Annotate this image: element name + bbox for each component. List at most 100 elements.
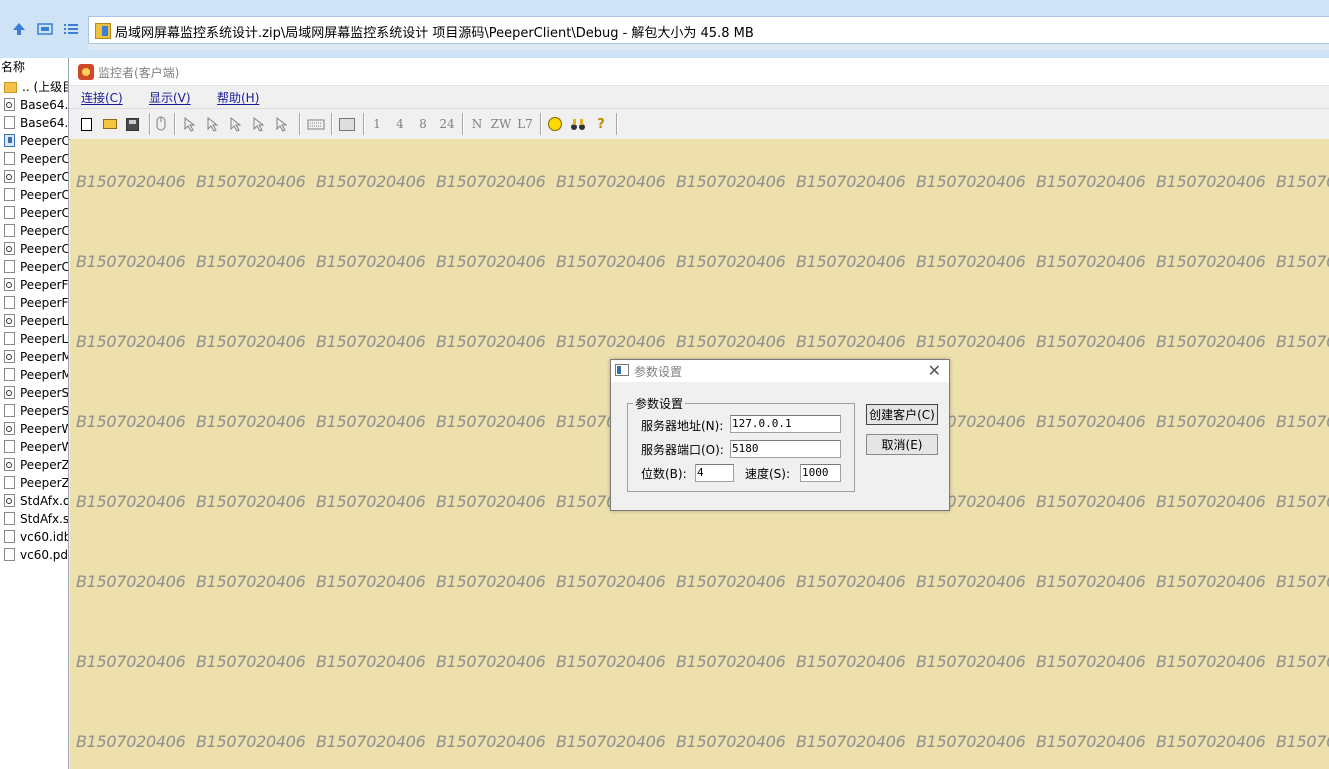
watermark-text: B1507020406 [796, 172, 906, 191]
pointer-icon-4[interactable] [250, 115, 268, 133]
list-view-icon[interactable] [62, 20, 80, 38]
file-name: .. (上级目录) [22, 80, 68, 94]
menu-view[interactable]: 显示(V) [149, 89, 191, 106]
list-item[interactable]: vc60.pdb [4, 546, 68, 564]
help-question-icon[interactable]: ? [593, 115, 609, 133]
gear-file-icon [4, 458, 15, 471]
watermark-text: B1507020406 [556, 732, 666, 751]
pointer-icon-1[interactable] [181, 115, 199, 133]
smiley-icon[interactable] [547, 115, 563, 133]
server-address-input[interactable]: 127.0.0.1 [730, 415, 841, 433]
save-icon[interactable] [124, 115, 140, 133]
list-item[interactable]: PeeperZip.sbr [4, 474, 68, 492]
list-item[interactable]: .. (上级目录) [4, 78, 68, 96]
watermark-text: B1507020406 [316, 172, 426, 191]
watermark-text: B1507020406 [916, 252, 1026, 271]
watermark-text: B1507020406 [676, 252, 786, 271]
file-name: PeeperLib.obj [20, 314, 68, 328]
up-arrow-icon[interactable] [10, 20, 28, 38]
new-file-icon[interactable] [78, 115, 94, 133]
address-bar[interactable]: 局域网屏幕监控系统设计.zip\局域网屏幕监控系统设计 项目源码\PeeperC… [88, 16, 1329, 44]
watermark-text: B1507020406 [1036, 252, 1146, 271]
list-item[interactable]: PeeperSetDlg.obj [4, 384, 68, 402]
list-item[interactable]: StdAfx.sbr [4, 510, 68, 528]
app-icon [78, 64, 94, 80]
bits-8-button[interactable]: 8 [416, 115, 430, 133]
server-port-label: 服务器端口(O): [641, 443, 724, 457]
list-item[interactable]: PeeperClientDlg.sbr [4, 258, 68, 276]
list-item[interactable]: vc60.idb [4, 528, 68, 546]
watermark-row: B1507020406 B1507020406 B1507020406 B150702… [76, 572, 1329, 591]
watermark-text: B1507020406 [916, 732, 1026, 751]
bits-24-button[interactable]: 24 [437, 115, 457, 133]
binoculars-icon[interactable] [569, 115, 587, 133]
watermark-row: B1507020406 B1507020406 B1507020406 B150702… [76, 332, 1329, 351]
watermark-text: B1507020406 [436, 172, 546, 191]
open-folder-icon[interactable] [101, 115, 119, 133]
list-item[interactable]: Base64.obj [4, 96, 68, 114]
list-item[interactable]: Base64.sbr [4, 114, 68, 132]
list-item[interactable]: PeeperFrame.obj [4, 276, 68, 294]
list-item[interactable]: PeeperWnd.obj [4, 420, 68, 438]
file-icon [4, 368, 15, 381]
list-item[interactable]: PeeperMenu.sbr [4, 366, 68, 384]
gear-file-icon [4, 422, 15, 435]
bits-1-button[interactable]: 1 [370, 115, 384, 133]
watermark-text: B1507020406 [1276, 252, 1329, 271]
list-item[interactable]: PeeperClient.pch [4, 186, 68, 204]
create-client-button[interactable]: 创建客户(C) [866, 404, 938, 425]
file-icon [4, 260, 15, 273]
list-item[interactable]: PeeperZip.obj [4, 456, 68, 474]
list-item[interactable]: PeeperClient.ilk [4, 150, 68, 168]
list-item[interactable]: PeeperClient.exe [4, 132, 68, 150]
file-name: PeeperMenu.sbr [20, 368, 68, 382]
list-item[interactable]: PeeperLib.sbr [4, 330, 68, 348]
watermark-text: B1507020406 [556, 572, 666, 591]
file-name: PeeperMenu.obj [20, 350, 68, 364]
list-item[interactable]: StdAfx.obj [4, 492, 68, 510]
file-list-header[interactable]: 名称 [0, 58, 25, 75]
cancel-button[interactable]: 取消(E) [866, 434, 938, 455]
watermark-text: B1507020406 [1276, 652, 1329, 671]
keyboard-icon[interactable] [306, 115, 326, 133]
list-item[interactable]: PeeperLib.obj [4, 312, 68, 330]
pointer-icon-2[interactable] [204, 115, 222, 133]
list-item[interactable]: PeeperClientDlg.obj [4, 240, 68, 258]
zip-archive-icon [95, 23, 111, 39]
watermark-text: B1507020406 [196, 732, 306, 751]
list-item[interactable]: PeeperClient.sbr [4, 222, 68, 240]
list-item[interactable]: PeeperClient.res [4, 204, 68, 222]
menu-help[interactable]: 帮助(H) [217, 89, 259, 106]
pointer-icon-5[interactable] [273, 115, 291, 133]
list-item[interactable]: PeeperFrame.sbr [4, 294, 68, 312]
close-icon[interactable]: ✕ [928, 361, 941, 380]
watermark-text: B1507020406 [316, 732, 426, 751]
file-list: 名称 .. (上级目录) Base64.obj Base64.sbr PeeperCl… [0, 58, 68, 769]
watermark-text: B1507020406 [1036, 412, 1146, 431]
list-item[interactable]: PeeperMenu.obj [4, 348, 68, 366]
watermark-text: B1507020406 [916, 332, 1026, 351]
server-port-input[interactable]: 5180 [730, 440, 841, 458]
view-icon[interactable] [36, 20, 54, 38]
list-item[interactable]: PeeperSetDlg.sbr [4, 402, 68, 420]
application-icon [4, 134, 15, 147]
pointer-icon-3[interactable] [227, 115, 245, 133]
watermark-row: B1507020406 B1507020406 B1507020406 B150702… [76, 732, 1329, 751]
mode-l7-button[interactable]: L7 [515, 115, 535, 133]
mode-zw-button[interactable]: ZW [491, 115, 512, 133]
file-name: PeeperClient.sbr [20, 224, 68, 238]
file-name: PeeperClientDlg.sbr [20, 260, 68, 274]
watermark-text: B1507020406 [676, 732, 786, 751]
menu-connect[interactable]: 连接(C) [81, 89, 123, 106]
watermark-text: B1507020406 [796, 572, 906, 591]
speed-input[interactable]: 1000 [800, 464, 841, 482]
mouse-icon[interactable] [153, 115, 169, 133]
mode-n-button[interactable]: N [470, 115, 484, 133]
bits-4-button[interactable]: 4 [393, 115, 407, 133]
list-item[interactable]: PeeperClient.obj [4, 168, 68, 186]
group-label: 参数设置 [633, 395, 686, 412]
screen-icon[interactable] [337, 115, 357, 133]
file-icon [4, 530, 15, 543]
bits-input[interactable]: 4 [695, 464, 734, 482]
list-item[interactable]: PeeperWnd.sbr [4, 438, 68, 456]
